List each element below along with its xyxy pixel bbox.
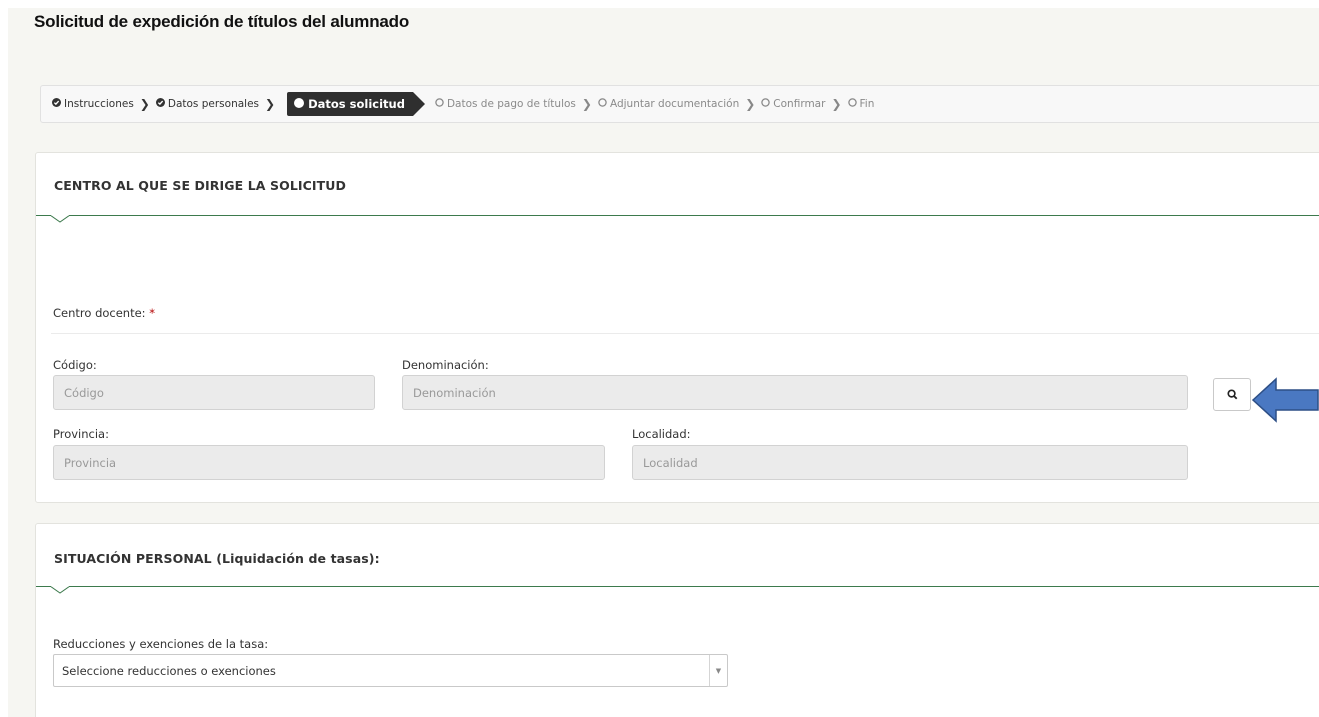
step-label: Datos solicitud bbox=[308, 97, 405, 111]
chevron-right-icon: ❯ bbox=[265, 97, 276, 111]
chevron-right-icon: ❯ bbox=[745, 97, 756, 111]
provincia-input[interactable]: Provincia bbox=[53, 445, 605, 480]
section-divider bbox=[36, 586, 1319, 587]
reducciones-selected-value: Seleccione reducciones o exenciones bbox=[62, 663, 276, 678]
check-circle-icon bbox=[155, 98, 165, 110]
field-divider bbox=[51, 333, 1319, 334]
step-datos-solicitud[interactable]: Datos solicitud bbox=[287, 92, 425, 116]
step-datos-pago[interactable]: Datos de pago de títulos bbox=[435, 98, 576, 110]
situacion-panel-title: SITUACIÓN PERSONAL (Liquidación de tasas… bbox=[54, 551, 380, 566]
wizard-steps: Instrucciones ❯ Datos personales ❯ Datos… bbox=[40, 85, 1319, 123]
search-centro-button[interactable] bbox=[1213, 378, 1251, 411]
filled-circle-icon bbox=[294, 97, 305, 111]
centro-docente-label: Centro docente: * bbox=[53, 306, 155, 320]
chevron-down-icon: ▼ bbox=[709, 655, 727, 686]
denominacion-label: Denominación: bbox=[402, 358, 489, 372]
step-label: Adjuntar documentación bbox=[609, 98, 740, 110]
reducciones-select[interactable]: Seleccione reducciones o exenciones ▼ bbox=[53, 654, 728, 687]
step-datos-personales[interactable]: Datos personales bbox=[155, 98, 260, 110]
empty-circle-icon bbox=[598, 98, 607, 110]
step-adjuntar-documentacion[interactable]: Adjuntar documentación bbox=[598, 98, 739, 110]
provincia-placeholder: Provincia bbox=[64, 455, 117, 470]
centro-docente-text: Centro docente: bbox=[53, 306, 146, 320]
chevron-right-icon: ❯ bbox=[831, 97, 842, 111]
step-label: Fin bbox=[859, 98, 875, 110]
codigo-input[interactable]: Código bbox=[53, 375, 375, 410]
annotation-arrow-icon bbox=[1252, 377, 1319, 423]
denominacion-input[interactable]: Denominación bbox=[402, 375, 1188, 410]
chevron-right-icon: ❯ bbox=[139, 97, 150, 111]
step-instrucciones[interactable]: Instrucciones bbox=[52, 98, 134, 110]
empty-circle-icon bbox=[847, 98, 857, 110]
check-circle-icon bbox=[52, 98, 61, 110]
page-title: Solicitud de expedición de títulos del a… bbox=[34, 12, 410, 31]
step-fin[interactable]: Fin bbox=[847, 98, 875, 110]
step-label: Confirmar bbox=[773, 98, 826, 110]
section-notch-icon bbox=[50, 586, 70, 594]
step-confirmar[interactable]: Confirmar bbox=[761, 98, 825, 110]
situacion-panel: SITUACIÓN PERSONAL (Liquidación de tasas… bbox=[35, 523, 1319, 717]
reducciones-label: Reducciones y exenciones de la tasa: bbox=[53, 637, 269, 651]
step-label: Datos personales bbox=[167, 98, 260, 110]
step-label: Datos de pago de títulos bbox=[446, 98, 576, 110]
empty-circle-icon bbox=[761, 98, 771, 110]
denominacion-placeholder: Denominación bbox=[413, 385, 496, 400]
localidad-input[interactable]: Localidad bbox=[632, 445, 1188, 480]
centro-panel: CENTRO AL QUE SE DIRIGE LA SOLICITUD Cen… bbox=[35, 152, 1319, 503]
provincia-label: Provincia: bbox=[53, 427, 109, 441]
localidad-label: Localidad: bbox=[632, 427, 691, 441]
magnifier-icon bbox=[1226, 389, 1237, 400]
step-label: Instrucciones bbox=[64, 98, 134, 110]
required-mark: * bbox=[149, 306, 155, 320]
section-notch-icon bbox=[50, 215, 70, 223]
codigo-placeholder: Código bbox=[64, 385, 104, 400]
codigo-label: Código: bbox=[53, 358, 97, 372]
localidad-placeholder: Localidad bbox=[643, 455, 698, 470]
section-divider bbox=[36, 215, 1319, 216]
empty-circle-icon bbox=[435, 98, 444, 110]
centro-panel-title: CENTRO AL QUE SE DIRIGE LA SOLICITUD bbox=[54, 178, 347, 193]
chevron-right-icon: ❯ bbox=[581, 97, 592, 111]
